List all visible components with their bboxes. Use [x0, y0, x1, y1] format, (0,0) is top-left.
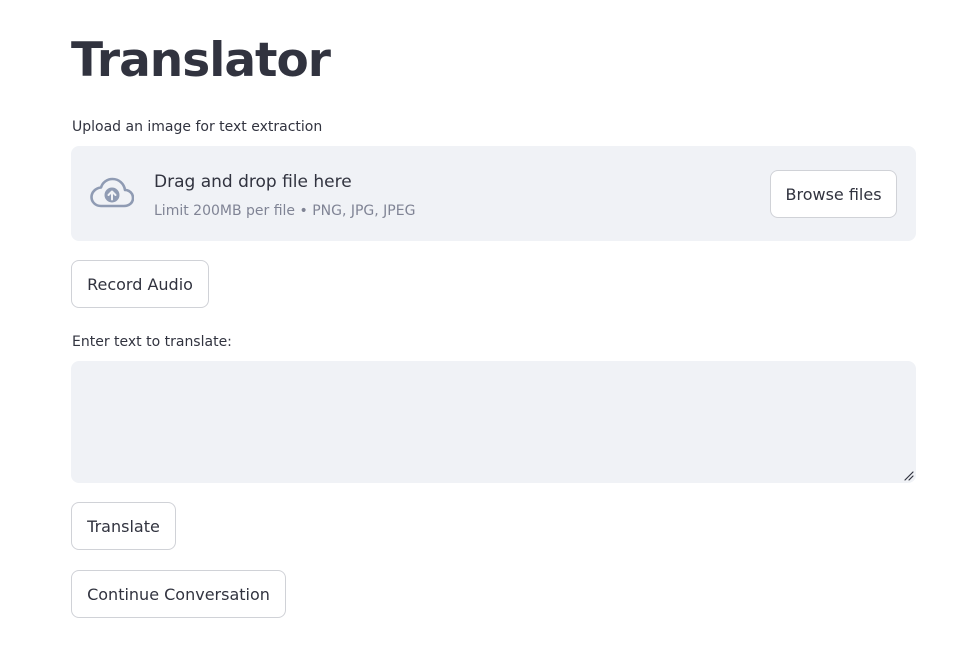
- resize-handle-icon[interactable]: [902, 469, 914, 481]
- page-title: Translator: [71, 33, 331, 88]
- text-input-label: Enter text to translate:: [72, 334, 232, 350]
- translate-button[interactable]: Translate: [71, 502, 176, 550]
- translate-text-input[interactable]: [71, 361, 916, 483]
- translator-page: Translator Upload an image for text extr…: [0, 0, 957, 649]
- browse-files-button[interactable]: Browse files: [770, 170, 897, 218]
- file-dropzone[interactable]: Drag and drop file here Limit 200MB per …: [71, 146, 916, 241]
- continue-conversation-button[interactable]: Continue Conversation: [71, 570, 286, 618]
- cloud-upload-icon: [90, 177, 134, 208]
- dropzone-title: Drag and drop file here: [154, 172, 352, 192]
- dropzone-hint: Limit 200MB per file • PNG, JPG, JPEG: [154, 203, 416, 219]
- record-audio-button[interactable]: Record Audio: [71, 260, 209, 308]
- upload-label: Upload an image for text extraction: [72, 119, 323, 135]
